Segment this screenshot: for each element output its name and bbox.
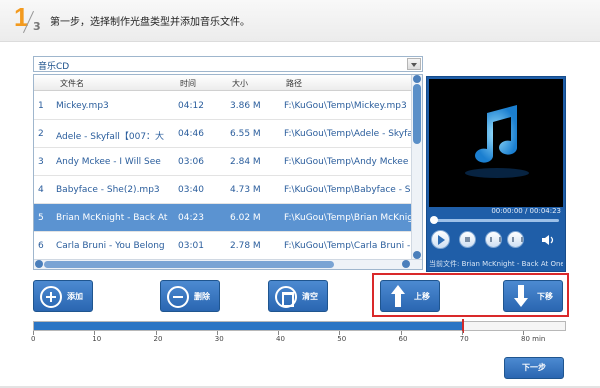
disc-type-select[interactable]: 音乐CD (33, 56, 423, 72)
capacity-tick-label: 80 min (521, 335, 546, 343)
capacity-tick-label: 40 (276, 335, 285, 343)
file-path: F:\KuGou\Temp\Mickey.mp3 (284, 101, 407, 111)
move-down-label: 下移 (537, 292, 553, 301)
move-down-button[interactable]: 下移 (503, 280, 563, 312)
next-step-button[interactable]: 下一步 (504, 357, 564, 379)
file-size: 6.55 M (230, 129, 261, 139)
file-name: Adele - Skyfall【007：大 (56, 132, 165, 142)
capacity-tick-label: 70 (459, 335, 469, 343)
minus-icon (167, 286, 189, 308)
seek-bar[interactable] (433, 219, 559, 222)
file-size: 2.78 M (230, 241, 261, 251)
player-time: 00:00:00 / 00:04:23 (491, 207, 561, 215)
file-name: Babyface - She(2).mp3 (56, 185, 160, 195)
column-size[interactable]: 大小 (232, 78, 282, 89)
file-time: 03:40 (178, 185, 204, 195)
chevron-down-icon[interactable] (407, 58, 421, 70)
step-header: 1 3 第一步，选择制作光盘类型并添加音乐文件。 (0, 0, 600, 42)
file-time: 04:23 (178, 213, 204, 223)
file-path: F:\KuGou\Temp\Carla Bruni - (284, 241, 411, 251)
file-time: 03:06 (178, 157, 204, 167)
add-icon (40, 286, 62, 308)
file-name: Mickey.mp3 (56, 101, 109, 111)
media-player: 00:00:00 / 00:04:23 当前文件: Brian McKnight… (426, 76, 566, 272)
file-name: Brian McKnight - Back At (56, 213, 168, 223)
arrow-up-icon (391, 285, 405, 307)
stop-button[interactable] (459, 231, 476, 248)
next-track-button[interactable] (507, 231, 524, 248)
clear-button[interactable]: 清空 (268, 280, 328, 312)
scroll-down-icon[interactable] (413, 251, 421, 259)
vertical-scrollbar[interactable] (411, 75, 422, 261)
horizontal-scrollbar[interactable] (34, 259, 422, 269)
file-path: F:\KuGou\Temp\Babyface - S (284, 185, 411, 195)
capacity-meter: 0 10 20 30 40 50 60 70 80 min (31, 319, 566, 345)
file-path: F:\KuGou\Temp\Andy Mckee (284, 157, 409, 167)
file-table: 文件名 时间 大小 路径 1 Mickey.mp3 04:12 3.86 M F:\Ku… (33, 74, 423, 270)
capacity-tick-label: 30 (214, 335, 224, 343)
add-button[interactable]: 添加 (33, 280, 93, 312)
file-time: 03:01 (178, 241, 204, 251)
scroll-left-icon[interactable] (35, 260, 43, 268)
previous-button[interactable] (485, 231, 502, 248)
clear-label: 清空 (302, 292, 318, 301)
row-number: 4 (38, 185, 44, 195)
file-size: 4.73 M (230, 185, 261, 195)
step-total: 3 (33, 20, 41, 33)
capacity-tick-label: 20 (153, 335, 163, 343)
row-number: 6 (38, 241, 44, 251)
file-name: Carla Bruni - You Belong (56, 241, 165, 251)
now-playing: 当前文件: Brian McKnight - Back At One.m (429, 260, 563, 268)
file-name: Andy Mckee - I Will See (56, 157, 161, 167)
column-path[interactable]: 路径 (286, 78, 414, 89)
disc-type-value: 音乐CD (38, 62, 70, 72)
step-title: 第一步，选择制作光盘类型并添加音乐文件。 (50, 17, 250, 28)
table-row[interactable]: 4 Babyface - She(2).mp3 03:40 4.73 M F:\KuGo… (34, 176, 412, 204)
file-size: 2.84 M (230, 157, 261, 167)
file-path: F:\KuGou\Temp\Adele - Skyfa (284, 129, 412, 139)
burner-wizard: 1 3 第一步，选择制作光盘类型并添加音乐文件。 音乐CD 文件名 时间 大小 … (0, 0, 600, 388)
delete-button[interactable]: 删除 (160, 280, 220, 312)
step-number: 1 (14, 2, 29, 32)
row-number: 2 (38, 129, 44, 139)
table-row[interactable]: 5 Brian McKnight - Back At 04:23 6.02 M F:\K… (34, 204, 412, 232)
capacity-tick-label: 0 (31, 335, 36, 343)
table-row[interactable]: 1 Mickey.mp3 04:12 3.86 M F:\KuGou\Temp\Mick… (34, 92, 412, 120)
scroll-up-icon[interactable] (413, 75, 421, 83)
seek-handle[interactable] (430, 216, 438, 224)
table-header: 文件名 时间 大小 路径 (34, 75, 412, 91)
table-row[interactable]: 6 Carla Bruni - You Belong 03:01 2.78 M F:\K… (34, 232, 412, 260)
file-path: F:\KuGou\Temp\Brian McKnigh (284, 213, 412, 223)
table-row[interactable]: 3 Andy Mckee - I Will See 03:06 2.84 M F:\Ku… (34, 148, 412, 176)
player-screen (429, 79, 563, 207)
add-label: 添加 (67, 292, 83, 301)
file-time: 04:46 (178, 129, 204, 139)
play-button[interactable] (431, 230, 450, 249)
row-number: 1 (38, 101, 44, 111)
vertical-scroll-thumb[interactable] (413, 84, 421, 144)
row-number: 5 (38, 213, 44, 223)
table-row[interactable]: 2 Adele - Skyfall【007：大 04:46 6.55 M F:\KuGo… (34, 120, 412, 148)
column-time[interactable]: 时间 (180, 78, 230, 89)
file-size: 6.02 M (230, 213, 261, 223)
capacity-tick-label: 50 (337, 335, 347, 343)
capacity-bar (33, 321, 566, 331)
file-time: 04:12 (178, 101, 204, 111)
move-up-label: 上移 (414, 292, 430, 301)
music-note-icon (465, 105, 529, 178)
column-name[interactable]: 文件名 (60, 78, 178, 89)
trash-icon (275, 286, 297, 308)
horizontal-scroll-thumb[interactable] (44, 261, 334, 268)
move-up-button[interactable]: 上移 (380, 280, 440, 312)
capacity-used-fill (34, 322, 463, 330)
capacity-tick-label: 60 (398, 335, 408, 343)
volume-icon[interactable] (541, 234, 555, 246)
row-number: 3 (38, 157, 44, 167)
capacity-tick-label: 10 (92, 335, 102, 343)
scroll-right-icon[interactable] (402, 260, 410, 268)
file-size: 3.86 M (230, 101, 261, 111)
arrow-down-icon (514, 285, 528, 307)
delete-label: 删除 (194, 292, 210, 301)
